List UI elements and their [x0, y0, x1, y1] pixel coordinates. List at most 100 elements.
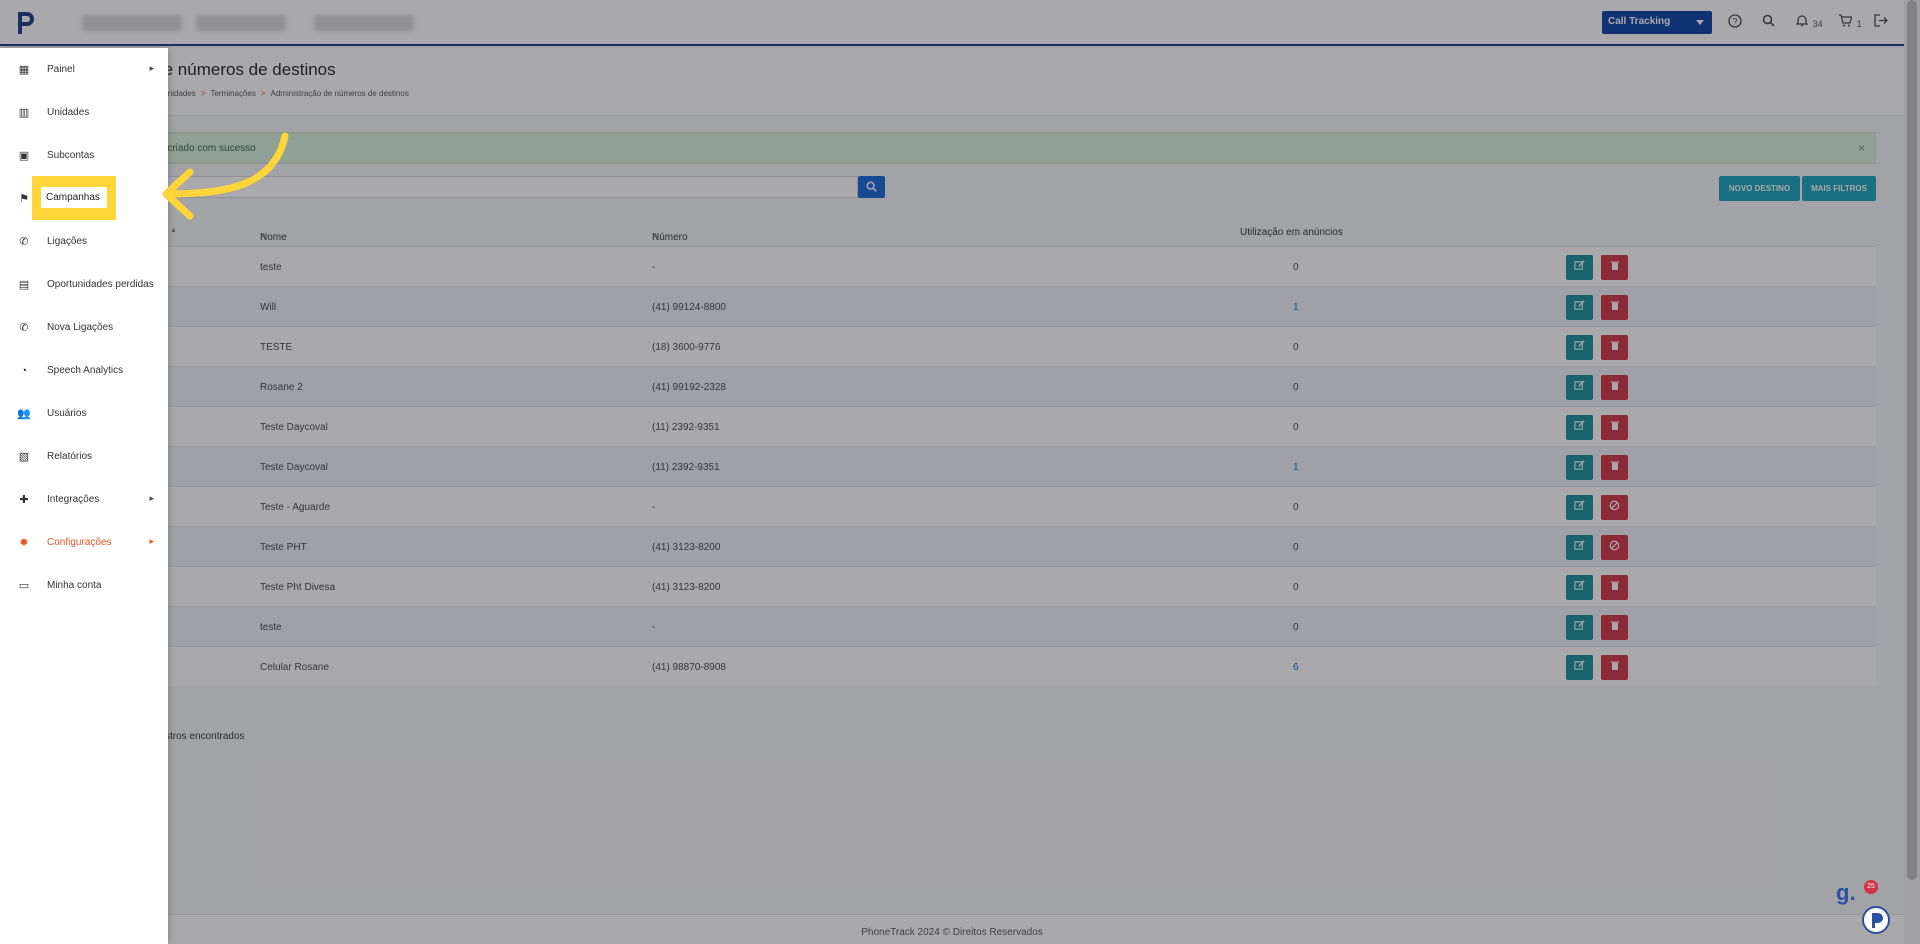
sidebar-item-configura-es[interactable]: ✹ Configurações ▸ [0, 523, 168, 563]
table-row: ⋮Celular Rosane(41) 98870-89086 [140, 646, 1876, 686]
sidebar-item-unidades[interactable]: ▥ Unidades [0, 93, 168, 133]
delete-button[interactable] [1601, 655, 1628, 680]
edit-button[interactable] [1566, 295, 1593, 320]
dashboard-icon: ▦ [18, 64, 30, 76]
disable-button[interactable] [1601, 535, 1628, 560]
sidebar-item-speech-analytics[interactable]: ◔ Speech Analytics [0, 351, 168, 391]
table-row: ⋮Will(41) 99124-88001 [140, 286, 1876, 326]
help-icon[interactable]: ? [1728, 14, 1742, 31]
sidebar-item-label: Ligações [47, 236, 88, 247]
table-row: ⋮Rosane 2(41) 99192-23280 [140, 366, 1876, 406]
cell-nome: TESTE [260, 342, 293, 353]
chevron-right-icon: ▸ [149, 63, 154, 73]
cell-utilizacao: 0 [1293, 542, 1299, 553]
cell-utilizacao[interactable]: 1 [1293, 302, 1299, 313]
edit-button[interactable] [1566, 415, 1593, 440]
cell-numero: (41) 99124-8800 [652, 302, 726, 313]
close-icon[interactable]: × [1858, 141, 1865, 155]
block-icon [1609, 500, 1620, 514]
delete-button[interactable] [1601, 415, 1628, 440]
edit-icon [1574, 580, 1585, 594]
cell-numero: (11) 2392-9351 [652, 462, 720, 473]
block-icon [1609, 540, 1620, 554]
edit-button[interactable] [1566, 615, 1593, 640]
edit-button[interactable] [1566, 495, 1593, 520]
chevron-right-icon: ▸ [149, 493, 154, 503]
delete-button[interactable] [1601, 455, 1628, 480]
guide-highlight: Campanhas [32, 176, 116, 220]
chevron-right-icon: ▸ [149, 536, 154, 546]
cart-button[interactable]: 1 [1838, 14, 1862, 30]
users-icon: 👥 [17, 408, 31, 420]
notifications-bell[interactable]: 34 [1795, 14, 1823, 30]
sidebar-item-label: Minha conta [47, 580, 102, 591]
cell-numero: - [652, 262, 656, 273]
sidebar-item-label: Painel [47, 64, 75, 75]
cart-count: 1 [1856, 19, 1862, 29]
cell-utilizacao[interactable]: 1 [1293, 462, 1299, 473]
scrollbar[interactable] [1904, 0, 1920, 944]
sidebar-item-minha-conta[interactable]: ▭ Minha conta [0, 566, 168, 606]
new-destination-button[interactable]: NOVO DESTINO [1719, 176, 1800, 201]
reports-icon: ▧ [18, 451, 30, 463]
cell-utilizacao[interactable]: 6 [1293, 662, 1299, 673]
sidebar-item-label: Speech Analytics [47, 365, 124, 376]
phonetrack-chat-icon [1872, 913, 1883, 928]
page-title: o de números de destinos [140, 60, 336, 79]
column-utilizacao: Utilização em anúncios [1240, 227, 1343, 238]
table-row: ⋮teste-0 [140, 606, 1876, 646]
more-filters-button[interactable]: MAIS FILTROS [1802, 176, 1876, 201]
table-header: ▲ Nome ▲ Número ▲ Utilização em anúncios [170, 227, 1343, 243]
edit-button[interactable] [1566, 455, 1593, 480]
table-row: ⋮teste-0 [140, 246, 1876, 286]
edit-button[interactable] [1566, 255, 1593, 280]
delete-button[interactable] [1601, 615, 1628, 640]
sidebar-item-usu-rios[interactable]: 👥 Usuários [0, 394, 168, 434]
cell-numero: - [652, 622, 656, 633]
delete-button[interactable] [1601, 335, 1628, 360]
search-button[interactable] [858, 176, 885, 198]
phone-icon: ✆ [19, 322, 29, 334]
cell-numero: (41) 3123-8200 [652, 582, 721, 593]
call-tracking-select[interactable]: Call Tracking [1602, 11, 1712, 34]
trash-icon [1610, 261, 1620, 274]
edit-button[interactable] [1566, 655, 1593, 680]
phonetrack-logo[interactable] [14, 8, 38, 36]
sidebar-item-painel[interactable]: ▦ Painel ▸ [0, 50, 168, 90]
sidebar-item-oportunidades-perdidas[interactable]: ▤ Oportunidades perdidas [0, 265, 168, 305]
sidebar-item-nova-liga-es[interactable]: ✆ Nova Ligações [0, 308, 168, 348]
sidebar-item-label: Oportunidades perdidas [47, 279, 154, 290]
breadcrumb-terminations[interactable]: Terminações [210, 89, 255, 98]
cell-numero: (11) 2392-9351 [652, 422, 720, 433]
sidebar-item-relat-rios[interactable]: ▧ Relatórios [0, 437, 168, 477]
delete-button[interactable] [1601, 375, 1628, 400]
search-icon[interactable] [1762, 14, 1775, 30]
highlight-label[interactable]: Campanhas [41, 187, 107, 208]
disable-button[interactable] [1601, 495, 1628, 520]
edit-button[interactable] [1566, 335, 1593, 360]
trash-icon [1610, 661, 1620, 674]
table-row: ⋮Teste Daycoval(11) 2392-93511 [140, 446, 1876, 486]
delete-button[interactable] [1601, 255, 1628, 280]
cell-nome: teste [260, 622, 282, 633]
blurred-account-info [196, 15, 286, 31]
edit-icon [1574, 300, 1585, 314]
edit-button[interactable] [1566, 575, 1593, 600]
cell-nome: teste [260, 262, 282, 273]
guide-widget-badge: 25 [1864, 880, 1878, 894]
cell-nome: Will [260, 302, 277, 313]
delete-button[interactable] [1601, 295, 1628, 320]
edit-button[interactable] [1566, 535, 1593, 560]
edit-button[interactable] [1566, 375, 1593, 400]
sidebar-item-liga-es[interactable]: ✆ Ligações [0, 222, 168, 262]
scrollbar-thumb[interactable] [1907, 0, 1917, 880]
logout-icon[interactable] [1874, 14, 1888, 30]
sidebar-item-integra-es[interactable]: ✚ Integrações ▸ [0, 480, 168, 520]
sidebar-item-subcontas[interactable]: ▣ Subcontas [0, 136, 168, 176]
delete-button[interactable] [1601, 575, 1628, 600]
cell-utilizacao: 0 [1293, 582, 1299, 593]
guide-widget-icon[interactable]: g. [1836, 880, 1856, 906]
contact-card-icon: ▤ [18, 279, 30, 291]
chat-widget[interactable] [1862, 906, 1890, 934]
sidebar-item-label: Usuários [47, 408, 87, 419]
